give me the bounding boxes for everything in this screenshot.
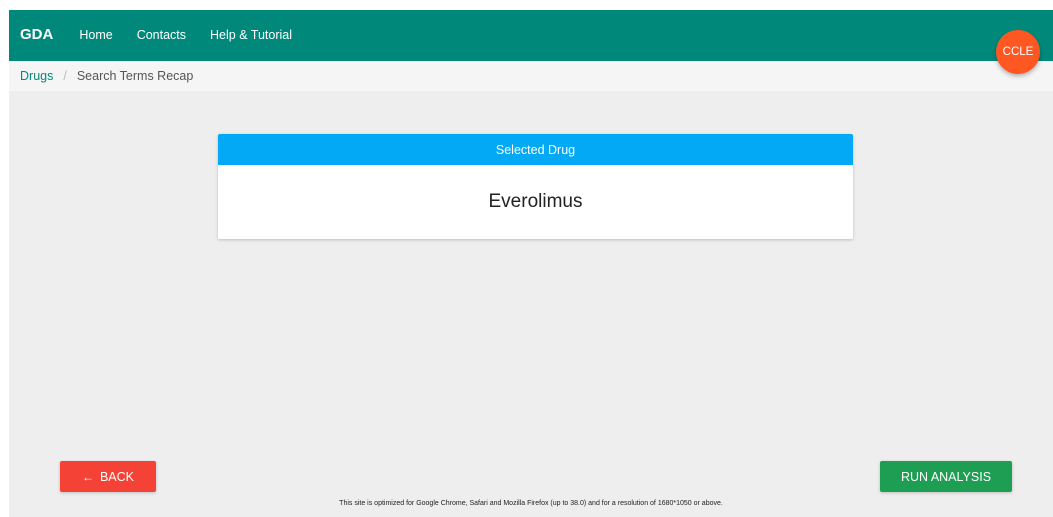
selected-drug-card: Selected Drug Everolimus xyxy=(218,134,853,239)
back-button[interactable]: ← BACK xyxy=(60,461,156,492)
breadcrumb-drugs[interactable]: Drugs xyxy=(20,69,53,83)
card-header: Selected Drug xyxy=(218,134,853,165)
app-frame: GDA Home Contacts Help & Tutorial Drugs … xyxy=(9,10,1053,517)
footer-note: This site is optimized for Google Chrome… xyxy=(339,500,723,507)
run-analysis-button[interactable]: RUN ANALYSIS xyxy=(880,461,1012,492)
brand-logo[interactable]: GDA xyxy=(20,26,53,43)
back-button-label: BACK xyxy=(99,469,135,484)
breadcrumb: Drugs / Search Terms Recap xyxy=(9,61,1053,91)
breadcrumb-current: Search Terms Recap xyxy=(76,69,194,83)
selected-drug-value: Everolimus xyxy=(488,191,583,212)
nav-contacts[interactable]: Contacts xyxy=(137,28,186,42)
run-analysis-label: RUN ANALYSIS xyxy=(900,469,992,484)
ccle-fab-button[interactable]: CCLE xyxy=(996,30,1040,74)
breadcrumb-separator: / xyxy=(63,69,67,83)
nav-home[interactable]: Home xyxy=(79,28,112,42)
top-navbar: GDA Home Contacts Help & Tutorial xyxy=(9,10,1053,61)
nav-help-tutorial[interactable]: Help & Tutorial xyxy=(210,28,292,42)
left-arrow-icon: ← xyxy=(81,469,94,484)
